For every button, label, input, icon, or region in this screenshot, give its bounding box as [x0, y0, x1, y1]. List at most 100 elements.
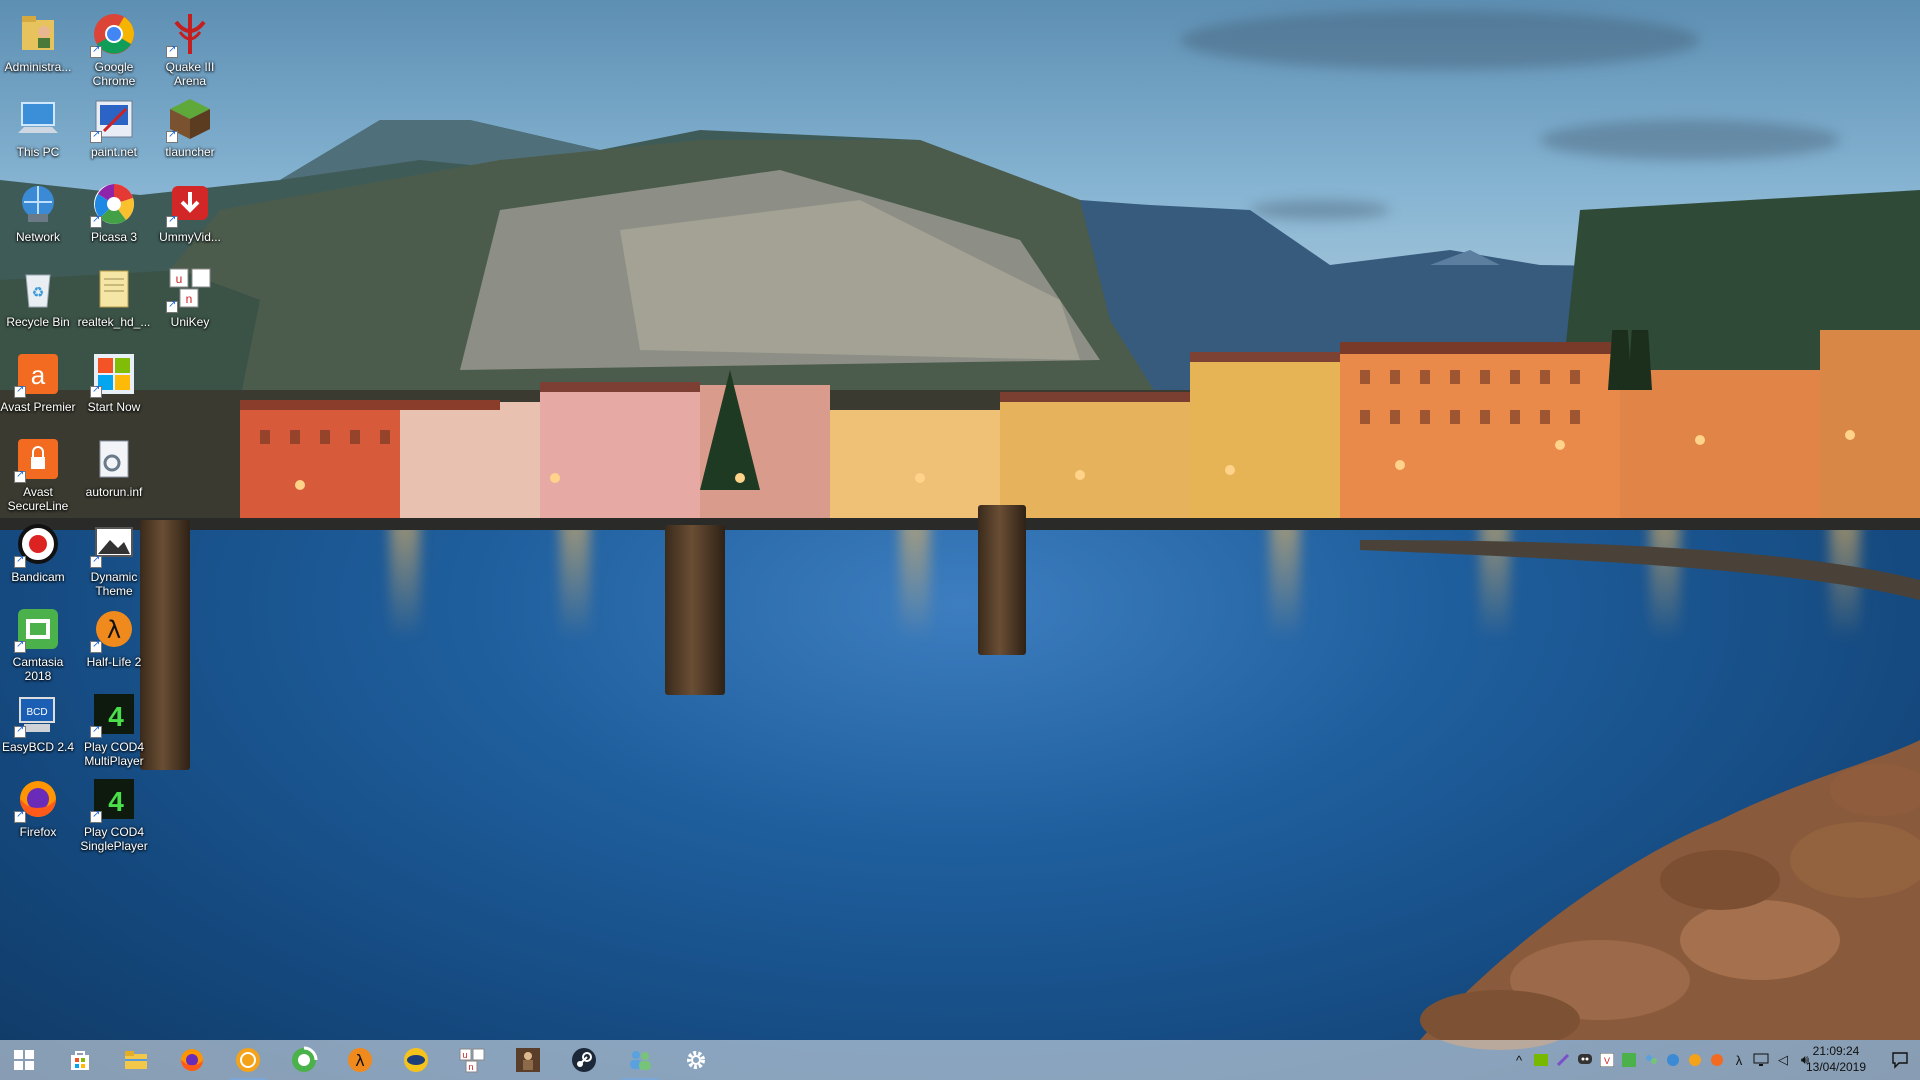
quake-icon	[166, 10, 214, 58]
svg-text:4: 4	[108, 786, 124, 817]
windows-logo-icon	[14, 1050, 34, 1070]
dynamic-theme-icon	[90, 520, 138, 568]
shortcut-arrow-icon	[14, 554, 26, 568]
desktop-icon-label: Administra...	[4, 60, 72, 74]
shortcut-arrow-icon	[14, 469, 26, 483]
desktop-icon-label: Camtasia 2018	[12, 655, 64, 683]
desktop-icon-label: Dynamic Theme	[90, 570, 138, 598]
svg-text:4: 4	[108, 701, 124, 732]
shortcut-arrow-icon	[90, 724, 102, 738]
unikey-tray-icon[interactable]: V	[1596, 1040, 1618, 1080]
taskbar-game[interactable]	[504, 1040, 552, 1080]
half-life-icon: λ	[348, 1048, 372, 1072]
taskbar-people[interactable]	[616, 1040, 664, 1080]
windows-xp-icon	[90, 350, 138, 398]
action-center-button[interactable]	[1880, 1040, 1920, 1080]
desktop-icon-label: Google Chrome	[92, 60, 136, 88]
svg-text:u: u	[176, 272, 183, 286]
desktop-icon-label: UmmyVid...	[159, 230, 221, 244]
taskbar-firefox[interactable]	[168, 1040, 216, 1080]
shortcut-arrow-icon	[90, 554, 102, 568]
shortcut-arrow-icon	[14, 809, 26, 823]
half-life-tray-icon[interactable]: λ	[1728, 1040, 1750, 1080]
notification-icon	[1892, 1052, 1908, 1069]
svg-text:n: n	[468, 1062, 473, 1072]
shortcut-arrow-icon	[90, 129, 102, 143]
desktop-icon-label: Quake III Arena	[165, 60, 215, 88]
desktop-icon-label: Start Now	[87, 400, 141, 414]
shortcut-arrow-icon	[166, 44, 178, 58]
desktop-icon-unikey[interactable]: un UniKey	[152, 259, 228, 359]
firefox-icon	[14, 775, 62, 823]
clock-time: 21:09:24	[1812, 1044, 1860, 1058]
desktop-icon-label: realtek_hd_...	[77, 315, 151, 329]
easybcd-icon: BCD	[14, 690, 62, 738]
desktop-icon-label: Picasa 3	[90, 230, 138, 244]
taskbar-steam[interactable]	[560, 1040, 608, 1080]
shortcut-arrow-icon	[14, 384, 26, 398]
nvidia-icon[interactable]	[1530, 1040, 1552, 1080]
desktop-icon-label: Play COD4 MultiPlayer	[83, 740, 145, 768]
user-folder-icon	[14, 10, 62, 58]
speaker-mute-icon[interactable]: ◁	[1772, 1040, 1794, 1080]
desktop-icon-label: Avast Premier	[0, 400, 76, 414]
ummy-icon	[166, 180, 214, 228]
pen-icon[interactable]	[1552, 1040, 1574, 1080]
desktop-icon-cod4-singleplayer[interactable]: 4 Play COD4 SinglePlayer	[76, 769, 152, 869]
shortcut-arrow-icon	[14, 639, 26, 653]
desktop-icon-label: EasyBCD 2.4	[1, 740, 75, 754]
people-tray-icon[interactable]	[1640, 1040, 1662, 1080]
shortcut-arrow-icon	[90, 809, 102, 823]
gear-icon	[687, 1051, 705, 1069]
camtasia-icon	[14, 605, 62, 653]
taskbar-circle-app[interactable]	[224, 1040, 272, 1080]
desktop-icon-label: UniKey	[170, 315, 210, 329]
camtasia-tray-icon[interactable]	[1618, 1040, 1640, 1080]
svg-text:BCD: BCD	[26, 707, 47, 718]
taskbar-clock[interactable]: 21:09:24 13/04/2019	[1800, 1043, 1872, 1075]
monitor-tray-icon[interactable]	[1750, 1040, 1772, 1080]
desktop-icon-label: This PC	[16, 145, 60, 159]
taskbar: λ un ^ V λ ◁ 🔊︎ 21:09:24 13/04/2019	[0, 1040, 1920, 1080]
svg-text:n: n	[186, 292, 193, 306]
taskbar-half-life[interactable]: λ	[336, 1040, 384, 1080]
svg-text:u: u	[462, 1050, 467, 1060]
discord-icon[interactable]	[1574, 1040, 1596, 1080]
desktop-icon-label: Firefox	[19, 825, 57, 839]
desktop-icon-label: Play COD4 SinglePlayer	[80, 825, 148, 853]
yellow-app-tray-icon[interactable]	[1684, 1040, 1706, 1080]
taskbar-camtasia[interactable]	[280, 1040, 328, 1080]
taskbar-bandicam[interactable]	[392, 1040, 440, 1080]
desktop-icon-label: Bandicam	[11, 570, 65, 584]
avast-tray-icon[interactable]	[1706, 1040, 1728, 1080]
taskbar-store[interactable]	[56, 1040, 104, 1080]
avast-icon: a	[14, 350, 62, 398]
network-icon	[14, 180, 62, 228]
shortcut-arrow-icon	[166, 299, 178, 313]
shortcut-arrow-icon	[90, 44, 102, 58]
desktop-icon-firefox[interactable]: Firefox	[0, 769, 76, 869]
desktop-icon-label: paint.net	[90, 145, 138, 159]
circle-app-icon	[236, 1048, 260, 1072]
settings-file-icon	[90, 435, 138, 483]
wallpaper	[0, 0, 1920, 1080]
shortcut-arrow-icon	[14, 724, 26, 738]
taskbar-file-explorer[interactable]	[112, 1040, 160, 1080]
network-tray-icon[interactable]	[1662, 1040, 1684, 1080]
game-icon	[516, 1048, 540, 1072]
taskbar-settings[interactable]	[672, 1040, 720, 1080]
desktop-icon-label: Recycle Bin	[6, 315, 70, 329]
chevron-up-icon[interactable]: ^	[1508, 1040, 1530, 1080]
clock-date: 13/04/2019	[1805, 1060, 1867, 1074]
cod4-icon: 4	[90, 775, 138, 823]
desktop-icon-label: tlauncher	[165, 145, 215, 159]
svg-text:V: V	[1604, 1056, 1610, 1066]
taskbar-unikey[interactable]: un	[448, 1040, 496, 1080]
start-button[interactable]	[0, 1040, 48, 1080]
computer-icon	[14, 95, 62, 143]
shortcut-arrow-icon	[90, 384, 102, 398]
unikey-icon: un	[459, 1048, 485, 1073]
file-icon	[90, 265, 138, 313]
secureline-icon	[14, 435, 62, 483]
recycle-bin-icon: ♻	[14, 265, 62, 313]
